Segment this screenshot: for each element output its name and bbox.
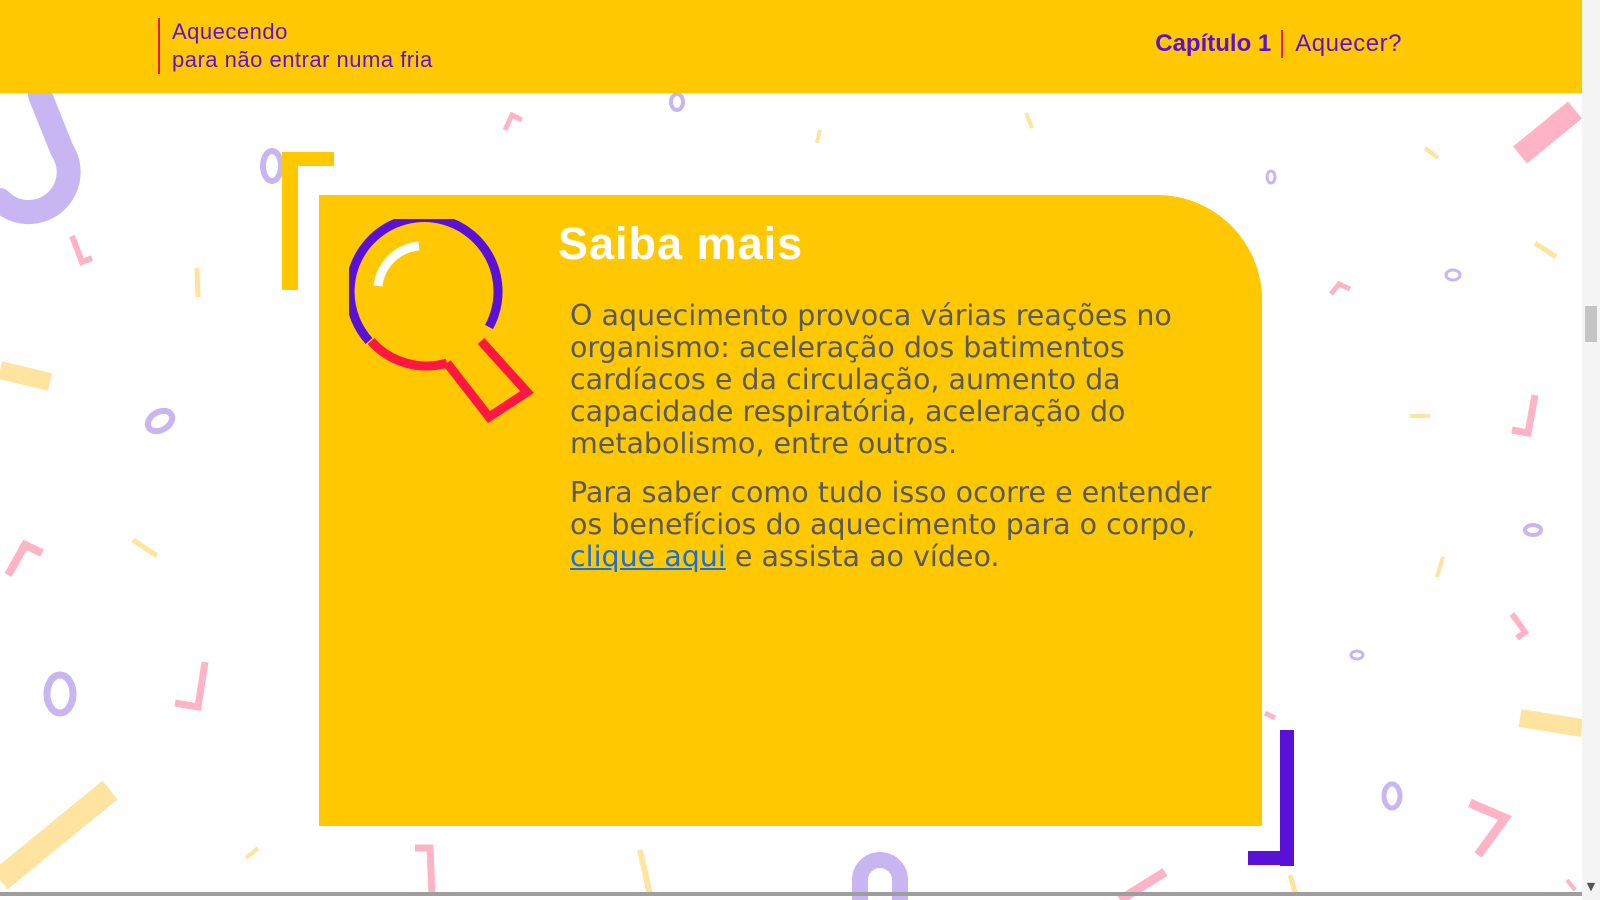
- chapter-number: Capítulo 1: [1155, 30, 1284, 58]
- header-bar: Aquecendo para não entrar numa fria Capí…: [0, 0, 1582, 93]
- corner-bracket-top-left-cap: [282, 152, 334, 166]
- corner-bracket-top-left: [282, 152, 298, 290]
- card-paragraph-2: Para saber como tudo isso ocorre e enten…: [570, 477, 1220, 573]
- video-link[interactable]: clique aqui: [570, 540, 726, 573]
- chapter-title: Aquecer?: [1295, 30, 1402, 57]
- bottom-divider: [0, 892, 1582, 896]
- magnifier-icon: [349, 219, 534, 424]
- scrollbar-thumb[interactable]: [1585, 306, 1597, 342]
- brand-title[interactable]: Aquecendo para não entrar numa fria: [158, 18, 433, 74]
- brand-line-1: Aquecendo: [172, 19, 288, 44]
- paragraph-2-before-link: Para saber como tudo isso ocorre e enten…: [570, 476, 1212, 541]
- corner-bracket-bottom-right: [1280, 730, 1294, 866]
- chevron-down-icon[interactable]: ▼: [1584, 880, 1598, 893]
- brand-line-2: para não entrar numa fria: [172, 47, 433, 72]
- chapter-indicator: Capítulo 1 Aquecer?: [1155, 30, 1402, 58]
- card-body: O aquecimento provoca várias reações no …: [570, 300, 1220, 590]
- paragraph-2-after-link: e assista ao vídeo.: [725, 540, 1000, 573]
- scrollbar-track[interactable]: [1582, 0, 1600, 900]
- card-title: Saiba mais: [558, 218, 804, 269]
- card-paragraph-1: O aquecimento provoca várias reações no …: [570, 299, 1172, 460]
- corner-bracket-bottom-right-cap: [1248, 851, 1294, 865]
